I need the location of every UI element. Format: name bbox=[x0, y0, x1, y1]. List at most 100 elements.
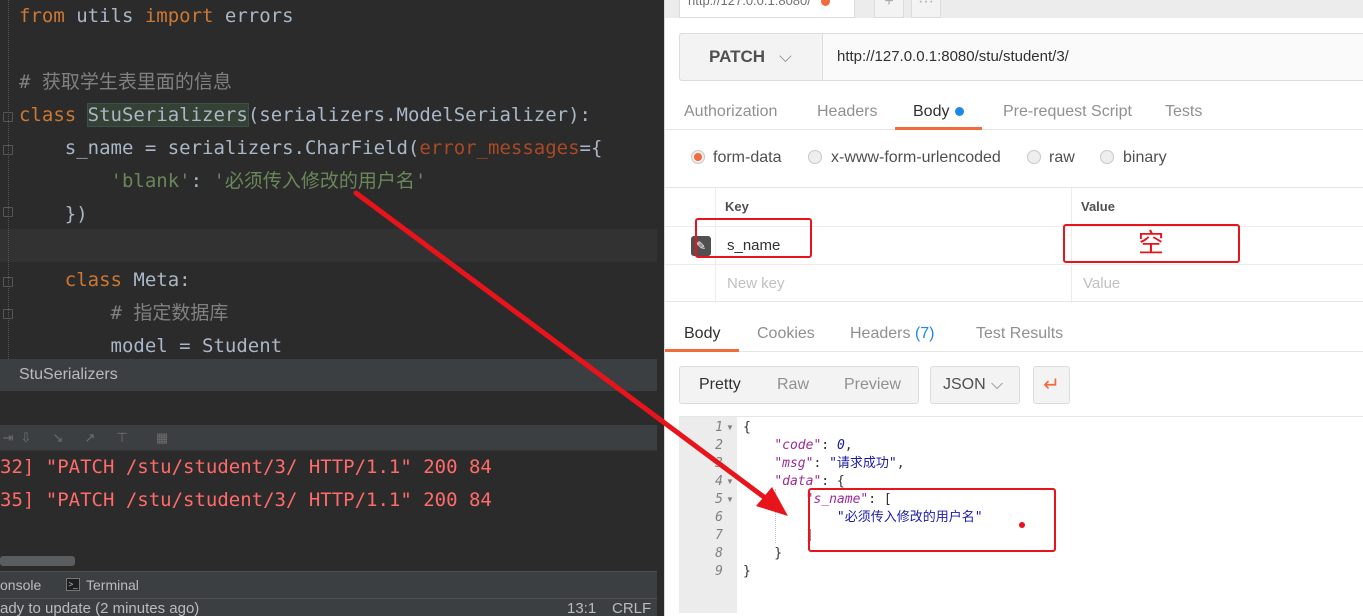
line-number: 1 bbox=[715, 420, 723, 435]
format-label: JSON bbox=[943, 376, 986, 393]
code-token: }) bbox=[19, 203, 88, 225]
ide-panel: from utils import errors # 获取学生表里面的信息 clas… bbox=[0, 0, 657, 616]
code-editor[interactable]: from utils import errors # 获取学生表里面的信息 clas… bbox=[0, 0, 657, 359]
fold-marker[interactable] bbox=[3, 112, 13, 122]
upload-icon[interactable]: ↗ bbox=[82, 431, 98, 445]
raw-button[interactable]: Raw bbox=[777, 367, 809, 403]
new-value-input[interactable]: Value bbox=[1083, 265, 1120, 303]
chevron-down-icon: ⌵ bbox=[779, 47, 792, 66]
code-token: (serializers.ModelSerializer): bbox=[247, 104, 591, 126]
more-tabs-button[interactable]: ··· bbox=[911, 0, 941, 18]
code-line: from utils import errors bbox=[19, 0, 294, 33]
code-token: 'blank' bbox=[110, 170, 191, 192]
tab-response-headers[interactable]: Headers (7) bbox=[850, 314, 935, 352]
response-tabs: Body Cookies Headers (7) Test Results bbox=[665, 314, 1363, 352]
radio-label: x-www-form-urlencoded bbox=[831, 149, 1001, 166]
run-console[interactable]: 32] "PATCH /stu/student/3/ HTTP/1.1" 200… bbox=[0, 451, 657, 571]
fold-arrow-icon[interactable]: ▼ bbox=[726, 491, 734, 509]
table-row-new: New key Value bbox=[665, 264, 1363, 302]
annotation-empty-label: 空 bbox=[1138, 229, 1165, 259]
new-key-input[interactable]: New key bbox=[727, 265, 785, 303]
horizontal-scrollbar[interactable] bbox=[0, 556, 75, 566]
breadcrumb[interactable]: StuSerializers bbox=[0, 359, 657, 391]
radio-label: form-data bbox=[713, 149, 782, 166]
caret-line-highlight bbox=[0, 229, 657, 262]
line-number: 5 bbox=[715, 492, 723, 507]
json-token: } bbox=[743, 546, 783, 561]
wrap-lines-icon[interactable]: ↵ bbox=[1033, 366, 1070, 404]
code-line: }) bbox=[19, 198, 88, 231]
download-icon[interactable]: ↘ bbox=[50, 431, 66, 445]
fold-arrow-icon[interactable]: ▼ bbox=[726, 473, 734, 491]
tab-authorization[interactable]: Authorization bbox=[684, 92, 777, 130]
run-toolbar: ⇥ ⇩ ↘ ↗ ⊤ ▦ bbox=[0, 425, 657, 451]
code-token: : bbox=[190, 170, 214, 192]
fold-marker[interactable] bbox=[3, 207, 13, 217]
code-token: # 获取学生表里面的信息 bbox=[19, 71, 232, 93]
tab-response-body[interactable]: Body bbox=[665, 314, 740, 352]
request-url-row: PATCH ⌵ http://127.0.0.1:8080/stu/studen… bbox=[679, 33, 1363, 81]
fold-arrow-icon[interactable]: ▼ bbox=[726, 419, 734, 437]
line-number-gutter: 1 ▼ 2 3 4 ▼ 5 ▼ 6 7 8 9 bbox=[679, 417, 737, 613]
line-number: 4 bbox=[715, 474, 723, 489]
tab-headers[interactable]: Headers bbox=[817, 92, 877, 130]
status-message: ady to update (2 minutes ago) bbox=[0, 600, 200, 616]
tab-pre-request-script[interactable]: Pre-request Script bbox=[1003, 92, 1132, 130]
new-tab-button[interactable]: + bbox=[874, 0, 904, 18]
fold-marker[interactable] bbox=[3, 277, 13, 287]
code-token: utils bbox=[64, 5, 145, 27]
code-line: class Meta: bbox=[19, 264, 191, 297]
line-number: 9 bbox=[715, 564, 723, 579]
json-line: ] bbox=[743, 527, 814, 545]
json-token: 0 bbox=[836, 438, 845, 453]
json-line: { bbox=[743, 419, 751, 437]
url-input[interactable]: http://127.0.0.1:8080/stu/student/3/ bbox=[823, 33, 1363, 81]
tab-tests[interactable]: Tests bbox=[1165, 92, 1202, 130]
method-select[interactable]: PATCH ⌵ bbox=[679, 33, 823, 81]
line-number: 6 bbox=[715, 510, 723, 525]
code-token: s_name = serializers.CharField( bbox=[19, 137, 420, 159]
response-toolbar: Pretty Raw Preview JSON ⌵ ↵ bbox=[679, 366, 1363, 404]
code-line: # 指定数据库 bbox=[19, 297, 229, 330]
status-bar: ady to update (2 minutes ago) 13:1 CRLF bbox=[0, 598, 657, 616]
response-headers-label: Headers bbox=[850, 325, 911, 342]
fold-marker[interactable] bbox=[3, 145, 13, 155]
fold-marker[interactable] bbox=[3, 309, 13, 319]
line-number: 8 bbox=[715, 546, 723, 561]
terminal-tab[interactable]: Terminal bbox=[86, 577, 139, 593]
format-select[interactable]: JSON ⌵ bbox=[930, 366, 1020, 404]
preview-button[interactable]: Preview bbox=[844, 367, 901, 403]
code-token: from bbox=[19, 5, 65, 27]
body-active-dot-icon bbox=[955, 107, 965, 117]
code-token: Meta: bbox=[121, 269, 191, 291]
pretty-button[interactable]: Pretty bbox=[699, 367, 741, 403]
line-separator[interactable]: CRLF bbox=[612, 599, 651, 616]
unsaved-dot-icon bbox=[820, 0, 830, 7]
chevron-down-icon: ⌵ bbox=[991, 376, 1004, 393]
json-token: "msg" bbox=[774, 456, 814, 471]
tab-body[interactable]: Body bbox=[895, 92, 983, 130]
filter-icon[interactable]: ⊤ bbox=[114, 431, 130, 445]
json-token: { bbox=[743, 420, 751, 435]
annotation-dot bbox=[1019, 522, 1025, 528]
radio-urlencoded[interactable] bbox=[808, 150, 822, 164]
request-tab[interactable]: http://127.0.0.1:8080/ bbox=[679, 0, 855, 18]
code-token: import bbox=[144, 5, 214, 27]
tab-test-results[interactable]: Test Results bbox=[976, 314, 1063, 352]
cursor-position[interactable]: 13:1 bbox=[567, 599, 596, 616]
console-tab[interactable]: onsole bbox=[0, 577, 41, 593]
console-log-line: 32] "PATCH /stu/student/3/ HTTP/1.1" 200… bbox=[0, 456, 492, 478]
import-icon[interactable]: ⇩ bbox=[18, 431, 34, 445]
code-token: StuSerializers bbox=[86, 103, 249, 127]
radio-raw[interactable] bbox=[1027, 150, 1041, 164]
scroll-icon[interactable]: ⇥ bbox=[0, 431, 16, 445]
radio-binary[interactable] bbox=[1100, 150, 1114, 164]
table-icon[interactable]: ▦ bbox=[154, 431, 170, 445]
json-token: "请求成功" bbox=[829, 456, 897, 471]
tab-cookies[interactable]: Cookies bbox=[757, 314, 815, 352]
radio-form-data[interactable] bbox=[691, 150, 705, 164]
